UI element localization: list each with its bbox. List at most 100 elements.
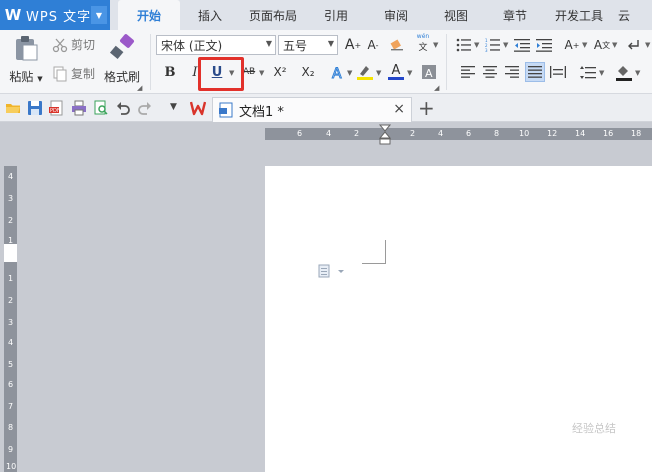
title-bar: W WPS 文字 ▼ 开始 插入 页面布局 引用 审阅 视图 章节 开发工具 云 — [0, 0, 652, 30]
chevron-down-icon[interactable]: ▼ — [582, 41, 587, 49]
chevron-down-icon[interactable]: ▼ — [347, 69, 352, 77]
tab-developer[interactable]: 开发工具 — [544, 0, 614, 30]
chevron-down-icon[interactable]: ▼ — [503, 41, 508, 49]
chevron-down-icon[interactable]: ▼ — [91, 6, 107, 24]
quick-access-toolbar: PDF ▼ 文档1 * × + — [0, 94, 652, 122]
paragraph-layout-icon — [318, 264, 344, 278]
decrease-indent-button[interactable] — [512, 35, 532, 55]
align-left-button[interactable] — [458, 62, 478, 82]
print-icon[interactable] — [71, 100, 87, 116]
cut-button[interactable]: 剪切 — [52, 36, 95, 53]
customize-toolbar-chevron-icon[interactable]: ▼ — [170, 102, 177, 112]
tab-references[interactable]: 引用 — [306, 0, 366, 30]
shading-icon: A — [422, 65, 436, 80]
indent-marker-icon[interactable] — [379, 124, 391, 146]
scissors-icon — [52, 38, 68, 52]
horizontal-ruler: 6 4 2 2 4 6 8 10 12 14 16 18 — [0, 122, 652, 146]
shrink-font-button[interactable]: A- — [363, 35, 383, 55]
ruler-number: 6 — [466, 129, 472, 138]
tab-insert[interactable]: 插入 — [180, 0, 240, 30]
clipboard-launcher-icon[interactable]: ◢ — [137, 84, 142, 92]
text-effect-button[interactable]: A — [328, 62, 348, 82]
paragraph-shading-button[interactable] — [614, 62, 634, 82]
tab-view[interactable]: 视图 — [426, 0, 486, 30]
ruler-number: 8 — [494, 129, 500, 138]
paste-button[interactable]: 粘贴 ▼ — [6, 34, 46, 85]
close-icon[interactable]: × — [393, 101, 405, 117]
bold-button[interactable]: B — [160, 62, 180, 82]
ruler-number: 4 — [326, 129, 332, 138]
numbered-list-icon: 1 2 3 — [485, 38, 500, 52]
highlight-color-button[interactable] — [355, 62, 375, 82]
phonetic-guide-button[interactable]: wén 文 — [413, 33, 433, 53]
watermark: 经验总结 — [572, 422, 616, 435]
chevron-down-icon[interactable]: ▼ — [407, 69, 412, 77]
svg-text:3: 3 — [485, 48, 488, 52]
tab-cloud[interactable]: 云 — [614, 0, 634, 30]
redo-icon[interactable] — [137, 100, 153, 116]
undo-icon[interactable] — [115, 100, 131, 116]
clipboard-icon — [16, 36, 38, 61]
ruler-number: 3 — [8, 194, 14, 203]
bullet-list-button[interactable] — [454, 35, 474, 55]
margin-corner-mark — [362, 240, 386, 264]
grow-font-button[interactable]: A + — [343, 35, 363, 55]
tab-page-layout[interactable]: 页面布局 — [240, 0, 306, 30]
app-menu-button[interactable]: W WPS 文字 ▼ — [0, 0, 110, 30]
chevron-down-icon[interactable]: ▼ — [376, 69, 381, 77]
ruler-number: 14 — [575, 129, 586, 138]
ruler-number: 4 — [438, 129, 444, 138]
superscript-button[interactable]: X² — [270, 62, 290, 82]
chevron-down-icon[interactable]: ▼ — [612, 41, 617, 49]
chevron-down-icon[interactable]: ▼ — [259, 69, 264, 77]
save-icon[interactable] — [27, 100, 43, 116]
svg-text:PDF: PDF — [50, 108, 60, 114]
show-marks-button[interactable] — [624, 35, 644, 55]
ruler-number: 1 — [8, 274, 14, 283]
format-painter-button[interactable]: 格式刷 — [102, 34, 142, 85]
increase-indent-button[interactable] — [534, 35, 554, 55]
copy-button[interactable]: 复制 — [52, 65, 95, 82]
subscript-button[interactable]: X₂ — [298, 62, 318, 82]
line-spacing-button[interactable] — [578, 62, 598, 82]
change-case-button[interactable]: A + — [562, 35, 582, 55]
new-tab-button[interactable]: + — [418, 96, 435, 120]
tab-review[interactable]: 审阅 — [366, 0, 426, 30]
font-name-select[interactable]: 宋体 (正文) ▼ — [156, 35, 276, 55]
open-folder-icon[interactable] — [5, 100, 21, 116]
clear-format-button[interactable] — [387, 35, 407, 55]
ruler-number: 5 — [8, 360, 14, 369]
numbered-list-button[interactable]: 1 2 3 — [483, 35, 503, 55]
align-center-button[interactable] — [480, 62, 500, 82]
document-tab[interactable]: 文档1 * × — [212, 97, 412, 122]
chevron-down-icon[interactable]: ▼ — [599, 69, 604, 77]
chinese-layout-button[interactable]: A文 — [592, 35, 612, 55]
cut-label: 剪切 — [71, 38, 96, 52]
app-name: WPS 文字 — [26, 9, 92, 25]
print-preview-icon[interactable] — [93, 100, 109, 116]
chevron-down-icon[interactable]: ▼ — [433, 41, 438, 49]
export-pdf-icon[interactable]: PDF — [49, 100, 65, 116]
font-color-button[interactable]: A — [386, 62, 406, 82]
align-center-icon — [483, 66, 497, 78]
align-right-button[interactable] — [502, 62, 522, 82]
chevron-down-icon[interactable]: ▼ — [635, 69, 640, 77]
tab-section[interactable]: 章节 — [486, 0, 544, 30]
justify-button[interactable] — [525, 62, 545, 82]
document-icon — [219, 102, 233, 118]
character-shading-button[interactable]: A — [419, 62, 439, 82]
ruler-number: 8 — [8, 423, 14, 432]
align-left-icon — [461, 66, 475, 78]
distributed-align-button[interactable] — [548, 62, 568, 82]
chevron-down-icon[interactable]: ▼ — [645, 41, 650, 49]
ruler-number: 6 — [8, 380, 14, 389]
font-size-select[interactable]: 五号 ▼ — [278, 35, 338, 55]
wps-home-icon[interactable] — [190, 100, 206, 116]
paragraph-handle[interactable] — [318, 264, 346, 281]
font-launcher-icon[interactable]: ◢ — [434, 84, 439, 92]
font-color-swatch — [388, 77, 404, 80]
tab-home[interactable]: 开始 — [118, 0, 180, 30]
copy-icon — [53, 66, 67, 81]
chevron-down-icon[interactable]: ▼ — [474, 41, 479, 49]
paste-label: 粘贴 — [9, 70, 34, 84]
